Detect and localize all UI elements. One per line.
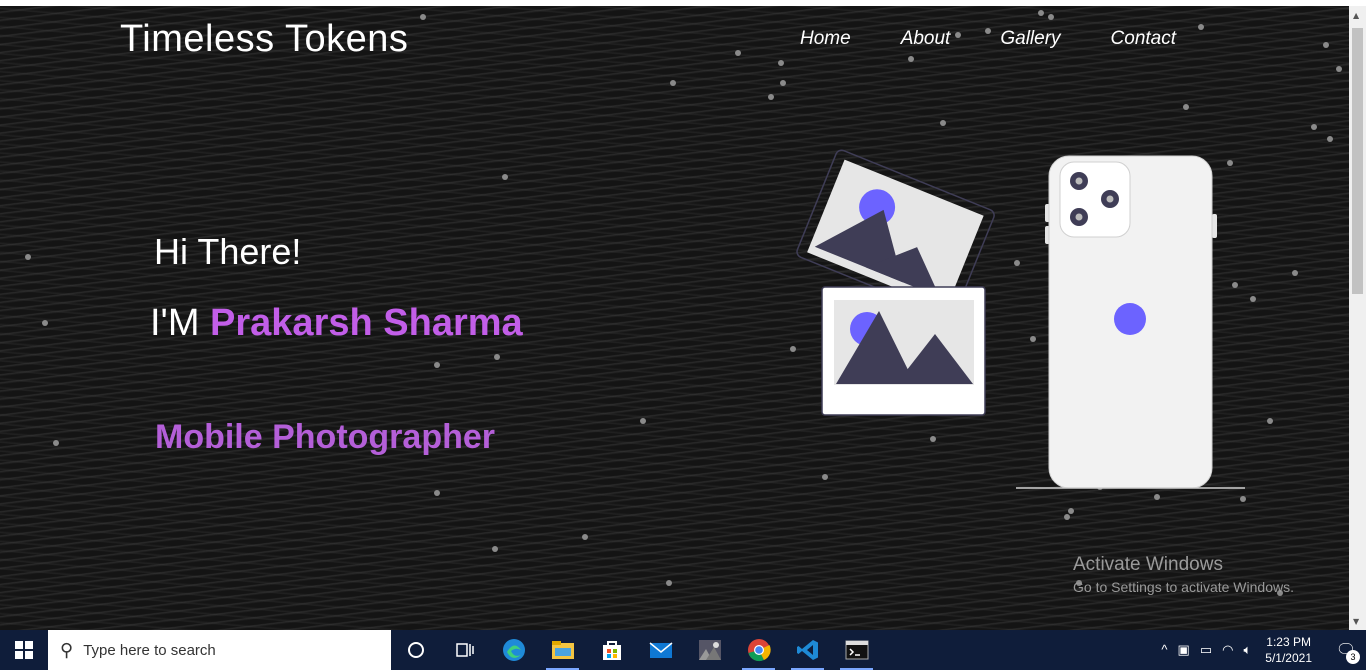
page-viewport: Timeless Tokens Home About Gallery Conta… — [0, 6, 1349, 630]
nav-about-link[interactable]: About — [901, 28, 951, 50]
photos-icon — [698, 640, 721, 660]
cortana-icon — [407, 642, 424, 658]
chevron-up-icon[interactable]: ^ — [1161, 642, 1167, 658]
hero-role: Mobile Photographer — [155, 418, 495, 456]
clock-time: 1:23 PM — [1266, 635, 1311, 649]
scroll-up-arrow-icon[interactable]: ▲ — [1353, 11, 1359, 20]
notification-badge: 3 — [1346, 650, 1360, 664]
meet-now-icon[interactable]: ▣ — [1178, 642, 1190, 658]
particle-dot — [1154, 494, 1160, 500]
search-icon: ⚲ — [60, 639, 74, 660]
start-button[interactable] — [0, 630, 48, 670]
particle-dot — [666, 580, 672, 586]
windows-logo-icon — [15, 641, 33, 659]
particle-dot — [25, 254, 31, 260]
nav-contact-link[interactable]: Contact — [1111, 28, 1176, 50]
volume-icon[interactable]: 🔈︎ — [1243, 642, 1251, 658]
hero-name-line: I'M Prakarsh Sharma — [150, 302, 523, 345]
front-photo-card — [821, 286, 986, 416]
store-button[interactable] — [587, 630, 636, 670]
particle-dot — [1311, 124, 1317, 130]
brand-logo[interactable]: Timeless Tokens — [120, 18, 408, 61]
particle-dot — [908, 56, 914, 62]
mail-icon — [649, 642, 672, 658]
file-explorer-button[interactable] — [538, 630, 587, 670]
particle-dot — [1336, 66, 1342, 72]
task-view-icon — [455, 643, 474, 657]
scroll-down-arrow-icon[interactable]: ▼ — [1353, 617, 1359, 626]
chrome-button[interactable] — [734, 630, 783, 670]
particle-dot — [42, 320, 48, 326]
particle-dot — [670, 80, 676, 86]
windows-taskbar: ⚲ Type here to search ^ ▣ ▭ ◠ 🔈︎ 1:23 PM… — [0, 630, 1366, 670]
nav-home-link[interactable]: Home — [800, 28, 851, 50]
particle-dot — [1048, 14, 1054, 20]
particle-dot — [582, 534, 588, 540]
particle-dot — [640, 418, 646, 424]
search-placeholder: Type here to search — [83, 641, 216, 659]
file-explorer-icon — [551, 641, 574, 659]
particle-dot — [1183, 104, 1189, 110]
particle-dot — [1292, 270, 1298, 276]
activate-title: Activate Windows — [1073, 554, 1223, 575]
particle-dot — [1240, 496, 1246, 502]
wifi-icon[interactable]: ◠ — [1222, 642, 1233, 658]
system-tray: ^ ▣ ▭ ◠ 🔈︎ 1:23 PM 5/1/2021 🗨︎ 3 — [1161, 630, 1366, 670]
particle-dot — [1250, 296, 1256, 302]
particle-dot — [53, 440, 59, 446]
particle-dot — [768, 94, 774, 100]
tray-icons: ^ ▣ ▭ ◠ 🔈︎ — [1161, 642, 1251, 658]
scroll-thumb[interactable] — [1352, 28, 1363, 294]
vscode-button[interactable] — [783, 630, 832, 670]
particle-dot — [1323, 42, 1329, 48]
particle-dot — [502, 174, 508, 180]
particle-dot — [434, 362, 440, 368]
particle-dot — [1038, 10, 1044, 16]
particle-dot — [492, 546, 498, 552]
action-center-button[interactable]: 🗨︎ 3 — [1326, 630, 1366, 670]
taskbar-clock[interactable]: 1:23 PM 5/1/2021 — [1265, 634, 1312, 666]
task-view-button[interactable] — [440, 630, 489, 670]
taskbar-search-box[interactable]: ⚲ Type here to search — [48, 630, 391, 670]
nav-gallery-link[interactable]: Gallery — [1000, 28, 1060, 50]
particle-dot — [1327, 136, 1333, 142]
particle-dot — [735, 50, 741, 56]
hero-greeting: Hi There! — [154, 231, 302, 272]
particle-dot — [1267, 418, 1273, 424]
particle-dot — [940, 120, 946, 126]
particle-dot — [1068, 508, 1074, 514]
photos-button[interactable] — [685, 630, 734, 670]
clock-date: 5/1/2021 — [1265, 651, 1312, 665]
edge-button[interactable] — [489, 630, 538, 670]
particle-dot — [434, 490, 440, 496]
particle-dot — [420, 14, 426, 20]
edge-icon — [502, 639, 525, 661]
chrome-icon — [747, 639, 771, 662]
terminal-icon — [845, 640, 868, 660]
phone-back-drawing — [1016, 155, 1245, 489]
activate-windows-watermark: Activate Windows Go to Settings to activ… — [1073, 554, 1294, 595]
particle-dot — [494, 354, 500, 360]
particle-dot — [778, 60, 784, 66]
battery-icon[interactable]: ▭ — [1200, 642, 1212, 658]
store-icon — [602, 641, 621, 660]
vscode-icon — [796, 640, 818, 660]
cortana-button[interactable] — [391, 630, 440, 670]
photo-phone-illustration — [796, 149, 1245, 489]
particle-dot — [1064, 514, 1070, 520]
hero-name-prefix: I'M — [150, 302, 200, 344]
hero-name: Prakarsh Sharma — [210, 302, 523, 344]
activate-subtitle: Go to Settings to activate Windows. — [1073, 579, 1294, 595]
vertical-scrollbar[interactable]: ▲ ▼ — [1349, 6, 1366, 630]
particle-dot — [780, 80, 786, 86]
terminal-button[interactable] — [832, 630, 881, 670]
mail-button[interactable] — [636, 630, 685, 670]
main-nav: Home About Gallery Contact — [800, 28, 1226, 50]
